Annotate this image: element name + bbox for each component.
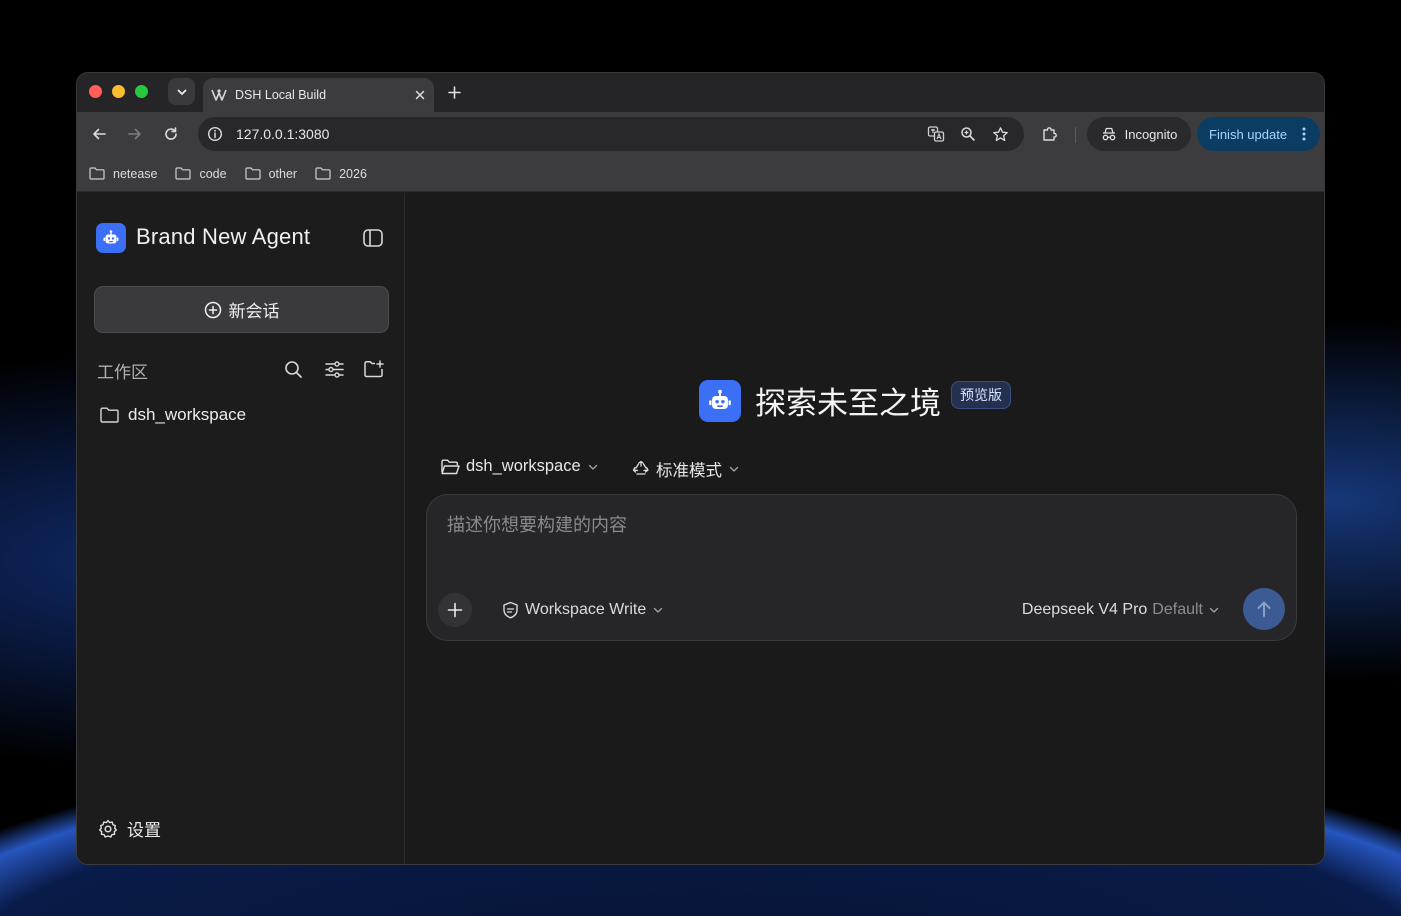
bookmarks-bar: netease code other 2026 (77, 156, 1324, 192)
chevron-down-icon (588, 464, 597, 470)
bookmark-folder[interactable]: other (244, 166, 298, 181)
new-chat-label: 新会话 (228, 302, 280, 321)
folder-icon (175, 167, 192, 180)
model-selector[interactable]: Deepseek V4 Pro Default (1022, 601, 1220, 619)
tab-favicon-icon (211, 87, 227, 103)
tab-strip: DSH Local Build (77, 73, 1324, 112)
bookmark-folder[interactable]: code (175, 166, 227, 181)
chevron-down-icon (654, 607, 663, 613)
hero-title: 探索未至之境 (755, 386, 941, 421)
incognito-label: Incognito (1124, 126, 1178, 142)
bookmark-folder[interactable]: 2026 (315, 167, 367, 181)
mode-selector-label: 标准模式 (656, 462, 722, 480)
bookmark-label: 2026 (339, 166, 367, 181)
add-folder-icon[interactable] (362, 357, 386, 381)
folder-icon (244, 167, 261, 180)
bookmark-label: netease (113, 166, 158, 181)
folder-icon (100, 407, 119, 423)
browser-toolbar: 127.0.0.1:3080 Incognito Finish update (77, 112, 1324, 156)
filter-sliders-icon[interactable] (322, 357, 346, 381)
plus-icon (447, 602, 463, 618)
close-tab-icon[interactable] (408, 83, 432, 107)
main-panel: 探索未至之境 预览版 dsh_workspace 标准模式 描述你想要构建的内容… (406, 193, 1324, 864)
browser-window: DSH Local Build 127.0.0.1:3080 Incognito… (76, 72, 1325, 865)
plus-circle-icon (204, 301, 221, 318)
site-info-icon[interactable] (200, 119, 230, 149)
sidebar: Brand New Agent 新会话 工作区 dsh_workspace 设置 (77, 193, 405, 864)
bookmark-label: other (268, 166, 298, 181)
close-window-button[interactable] (89, 85, 102, 98)
minimize-window-button[interactable] (112, 85, 125, 98)
sidebar-toggle-icon[interactable] (361, 226, 385, 250)
mode-selector[interactable]: 标准模式 (632, 457, 740, 481)
tab-title: DSH Local Build (235, 88, 327, 102)
reload-icon[interactable] (159, 122, 183, 146)
prompt-input[interactable] (447, 515, 1267, 536)
gear-icon (99, 819, 117, 838)
url-text[interactable]: 127.0.0.1:3080 (236, 126, 922, 142)
app-content: Brand New Agent 新会话 工作区 dsh_workspace 设置… (77, 193, 1324, 864)
model-name: Deepseek V4 Pro (1021, 601, 1148, 618)
workspace-selector[interactable]: dsh_workspace (441, 457, 599, 476)
workspace-section-label: 工作区 (97, 363, 148, 382)
chevron-down-icon (177, 89, 186, 95)
permission-label: Workspace Write (525, 601, 647, 618)
send-button[interactable] (1243, 588, 1285, 630)
bookmark-star-icon[interactable] (986, 120, 1014, 148)
permission-selector[interactable]: Workspace Write (502, 601, 664, 619)
tab-active[interactable]: DSH Local Build (203, 78, 434, 112)
toolbar-divider (1075, 127, 1076, 143)
new-tab-icon[interactable] (442, 80, 466, 104)
incognito-button[interactable]: Incognito (1087, 117, 1191, 151)
workspace-item-label: dsh_workspace (128, 405, 247, 424)
model-variant: Default (1152, 601, 1203, 618)
finish-update-button[interactable]: Finish update (1197, 117, 1320, 151)
finish-update-label: Finish update (1209, 126, 1288, 142)
robot-logo-icon (699, 379, 741, 422)
chevron-down-icon (1209, 607, 1219, 613)
shield-icon (503, 601, 518, 619)
preview-badge: 预览版 (951, 380, 1011, 409)
bookmark-label: code (199, 166, 227, 181)
extensions-puzzle-icon[interactable] (1038, 122, 1062, 146)
new-chat-button[interactable]: 新会话 (94, 286, 389, 333)
back-arrow-icon[interactable] (87, 122, 111, 146)
tab-search-button[interactable] (168, 78, 195, 105)
translate-icon[interactable] (922, 120, 950, 148)
arrow-up-icon (1257, 601, 1271, 617)
forward-arrow-icon[interactable] (123, 122, 147, 146)
zoom-icon[interactable] (954, 120, 982, 148)
hero-header: 探索未至之境 预览版 (699, 378, 1011, 423)
folder-open-icon (441, 459, 460, 474)
workspace-item[interactable]: dsh_workspace (100, 405, 246, 425)
brand-title: Brand New Agent (136, 224, 311, 249)
bookmark-folder[interactable]: netease (89, 167, 157, 181)
maximize-window-button[interactable] (135, 85, 148, 98)
chevron-down-icon (729, 466, 739, 472)
more-vertical-icon[interactable] (1294, 127, 1314, 141)
workspace-selector-label: dsh_workspace (466, 457, 581, 475)
settings-button[interactable]: 设置 (98, 816, 161, 841)
recycle-mode-icon (632, 460, 649, 475)
attach-plus-button[interactable] (438, 593, 472, 627)
settings-label: 设置 (127, 821, 161, 840)
folder-icon (315, 167, 331, 180)
robot-logo-icon (96, 223, 126, 253)
search-icon[interactable] (281, 357, 305, 381)
address-bar[interactable]: 127.0.0.1:3080 (198, 117, 1024, 151)
folder-icon (89, 167, 105, 180)
composer: Workspace Write Deepseek V4 Pro Default (426, 494, 1297, 641)
incognito-icon (1102, 127, 1115, 141)
